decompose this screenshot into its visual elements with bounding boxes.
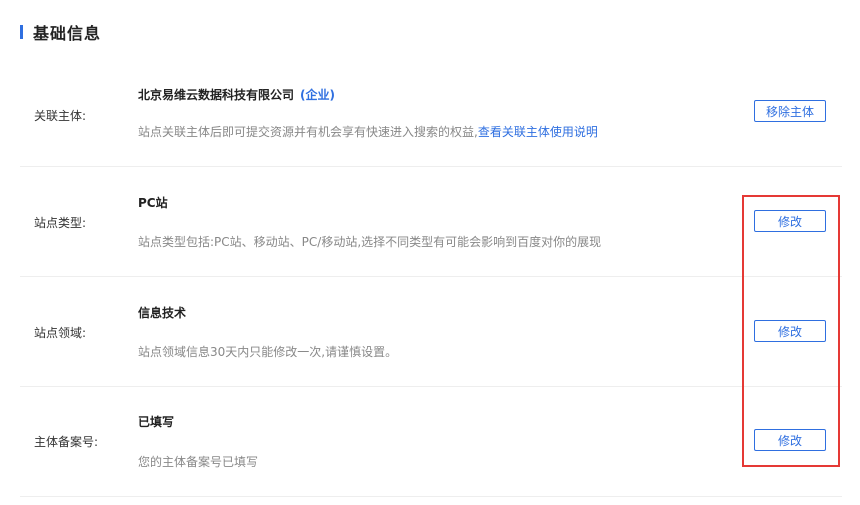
entity-description: 站点关联主体后即可提交资源并有机会享有快速进入搜索的权益,查看关联主体使用说明: [138, 123, 598, 140]
edit-registration-button[interactable]: 修改: [754, 429, 826, 451]
edit-site-type-button[interactable]: 修改: [754, 210, 826, 232]
row-label: 关联主体:: [34, 109, 87, 123]
section-accent-bar: [20, 25, 23, 39]
entity-usage-link[interactable]: 查看关联主体使用说明: [478, 125, 598, 139]
entity-description-text: 站点关联主体后即可提交资源并有机会享有快速进入搜索的权益,: [138, 125, 478, 139]
entity-name: 北京易维云数据科技有限公司 (企业): [138, 86, 335, 103]
row-label: 站点领域:: [34, 326, 87, 340]
row-registration-number: 主体备案号: 已填写 您的主体备案号已填写 修改: [20, 386, 842, 497]
site-type-description: 站点类型包括:PC站、移动站、PC/移动站,选择不同类型有可能会影响到百度对你的…: [138, 235, 602, 249]
registration-status: 已填写: [138, 415, 175, 429]
site-domain-value: 信息技术: [138, 306, 187, 320]
row-label: 站点类型:: [34, 216, 87, 230]
section-title: 基础信息: [33, 24, 102, 43]
row-site-type: 站点类型: PC站 站点类型包括:PC站、移动站、PC/移动站,选择不同类型有可…: [20, 166, 842, 277]
basic-info-page: 基础信息 关联主体: 北京易维云数据科技有限公司 (企业) 站点关联主体后即可提交…: [0, 0, 860, 505]
entity-name-text: 北京易维云数据科技有限公司: [138, 88, 295, 102]
edit-site-domain-button[interactable]: 修改: [754, 320, 826, 342]
site-domain-description: 站点领域信息30天内只能修改一次,请谨慎设置。: [138, 345, 398, 359]
row-associated-entity: 关联主体: 北京易维云数据科技有限公司 (企业) 站点关联主体后即可提交资源并有机…: [20, 70, 842, 167]
registration-description: 您的主体备案号已填写: [138, 455, 259, 469]
row-label: 主体备案号:: [34, 435, 99, 449]
remove-entity-button[interactable]: 移除主体: [754, 100, 826, 122]
section-header: 基础信息: [20, 22, 102, 43]
entity-type-tag: (企业): [300, 88, 335, 102]
row-site-domain: 站点领域: 信息技术 站点领域信息30天内只能修改一次,请谨慎设置。 修改: [20, 276, 842, 387]
site-type-value: PC站: [138, 196, 168, 210]
